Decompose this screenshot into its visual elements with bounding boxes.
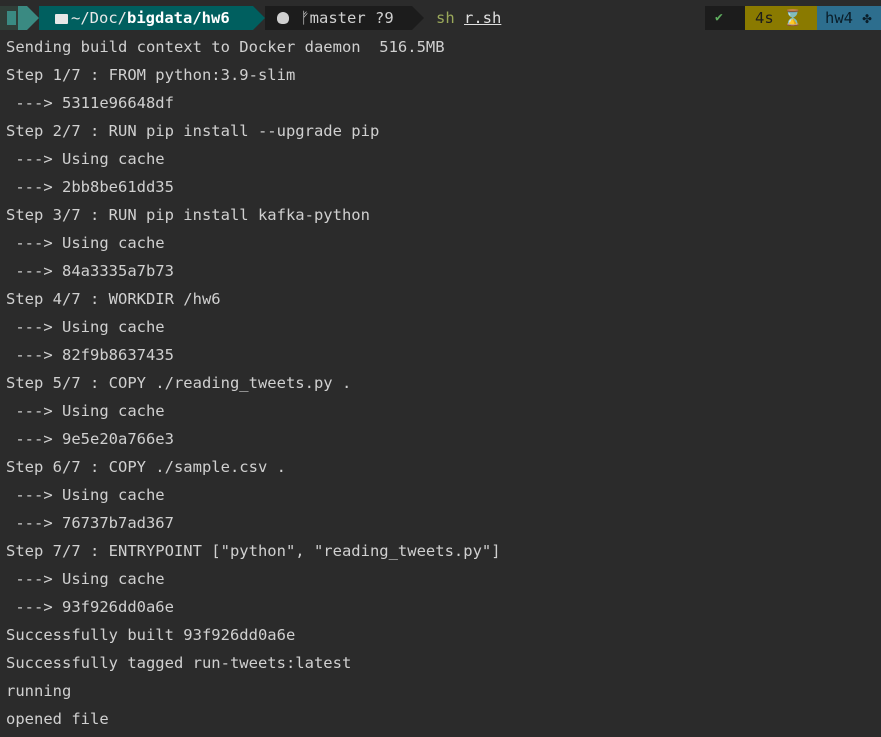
folder-open-icon xyxy=(55,14,68,24)
output-line: Step 1/7 : FROM python:3.9-slim xyxy=(6,66,296,84)
output-line: ---> Using cache xyxy=(6,570,165,588)
duration-segment: 4s ⌛ xyxy=(745,6,817,30)
output-line: Step 4/7 : WORKDIR /hw6 xyxy=(6,290,221,308)
segment-separator xyxy=(412,6,424,30)
git-branch: master xyxy=(309,9,366,27)
command-line[interactable]: sh r.sh xyxy=(436,6,501,30)
segment-separator xyxy=(253,6,265,30)
output-line: running xyxy=(6,682,72,700)
terminal-output: Sending build context to Docker daemon 5… xyxy=(6,33,501,733)
output-line: ---> 9e5e20a766e3 xyxy=(6,430,174,448)
os-accent xyxy=(18,6,27,30)
output-line: ---> 2bb8be61dd35 xyxy=(6,178,174,196)
output-line: Step 5/7 : COPY ./reading_tweets.py . xyxy=(6,374,352,392)
output-line: Step 2/7 : RUN pip install --upgrade pip xyxy=(6,122,380,140)
path-current: hw6 xyxy=(201,9,230,27)
duration: 4s xyxy=(755,9,774,27)
terminal-icon xyxy=(7,11,16,25)
output-line: Step 7/7 : ENTRYPOINT ["python", "readin… xyxy=(6,542,501,560)
os-segment xyxy=(0,6,18,30)
hourglass-icon: ⌛ xyxy=(783,9,803,27)
output-line: opened file xyxy=(6,710,109,728)
host-segment: hw4 ✤ xyxy=(817,6,881,30)
command-argument: r.sh xyxy=(464,9,502,27)
path-segment: ~/Doc/bigdata/hw6 xyxy=(39,6,253,30)
output-line: ---> 82f9b8637435 xyxy=(6,346,174,364)
output-line: ---> 76737b7ad367 xyxy=(6,514,174,532)
output-line: ---> Using cache xyxy=(6,486,165,504)
git-branch-icon: ᚠ xyxy=(300,9,310,27)
output-line: ---> 93f926dd0a6e xyxy=(6,598,174,616)
output-line: ---> Using cache xyxy=(6,150,165,168)
output-line: ---> 84a3335a7b73 xyxy=(6,262,174,280)
output-line: ---> Using cache xyxy=(6,318,165,336)
output-line: ---> Using cache xyxy=(6,402,165,420)
git-status: ?9 xyxy=(375,9,394,27)
output-line: ---> Using cache xyxy=(6,234,165,252)
output-line: Step 6/7 : COPY ./sample.csv . xyxy=(6,458,286,476)
segment-separator xyxy=(27,6,39,30)
checkmark-icon: ✔ xyxy=(715,10,723,25)
output-line: Sending build context to Docker daemon 5… xyxy=(6,38,445,56)
path-mid: bigdata/ xyxy=(127,9,202,27)
gear-icon: ✤ xyxy=(862,9,872,27)
output-line: Successfully built 93f926dd0a6e xyxy=(6,626,296,644)
output-line: Step 3/7 : RUN pip install kafka-python xyxy=(6,206,370,224)
path-prefix: ~/Doc/ xyxy=(71,9,127,27)
git-segment: ᚠmaster ?9 xyxy=(265,6,412,30)
shell-prompt: ~/Doc/bigdata/hw6 ᚠmaster ?9 sh r.sh ✔ 4… xyxy=(0,6,881,30)
command-name: sh xyxy=(436,9,455,27)
output-line: Successfully tagged run-tweets:latest xyxy=(6,654,352,672)
exit-status-segment: ✔ xyxy=(705,6,745,30)
github-octocat-icon xyxy=(277,12,289,24)
host: hw4 xyxy=(825,9,853,27)
output-line: ---> 5311e96648df xyxy=(6,94,174,112)
